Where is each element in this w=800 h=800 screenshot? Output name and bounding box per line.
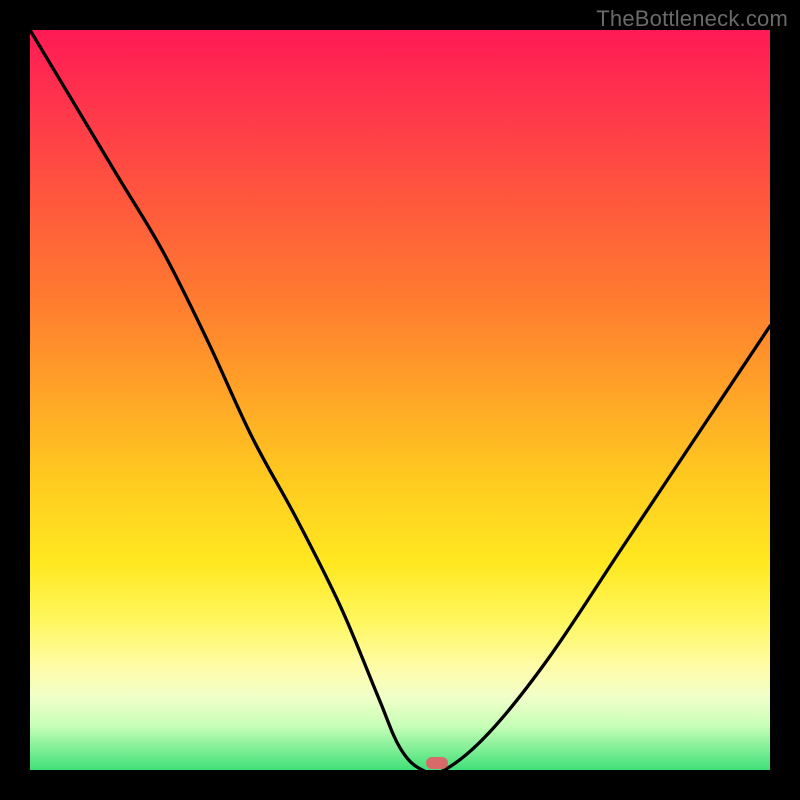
bottleneck-curve [30, 30, 770, 770]
optimal-point-marker [426, 757, 448, 769]
watermark-text: TheBottleneck.com [596, 6, 788, 32]
chart-frame: TheBottleneck.com [0, 0, 800, 800]
plot-area [30, 30, 770, 770]
